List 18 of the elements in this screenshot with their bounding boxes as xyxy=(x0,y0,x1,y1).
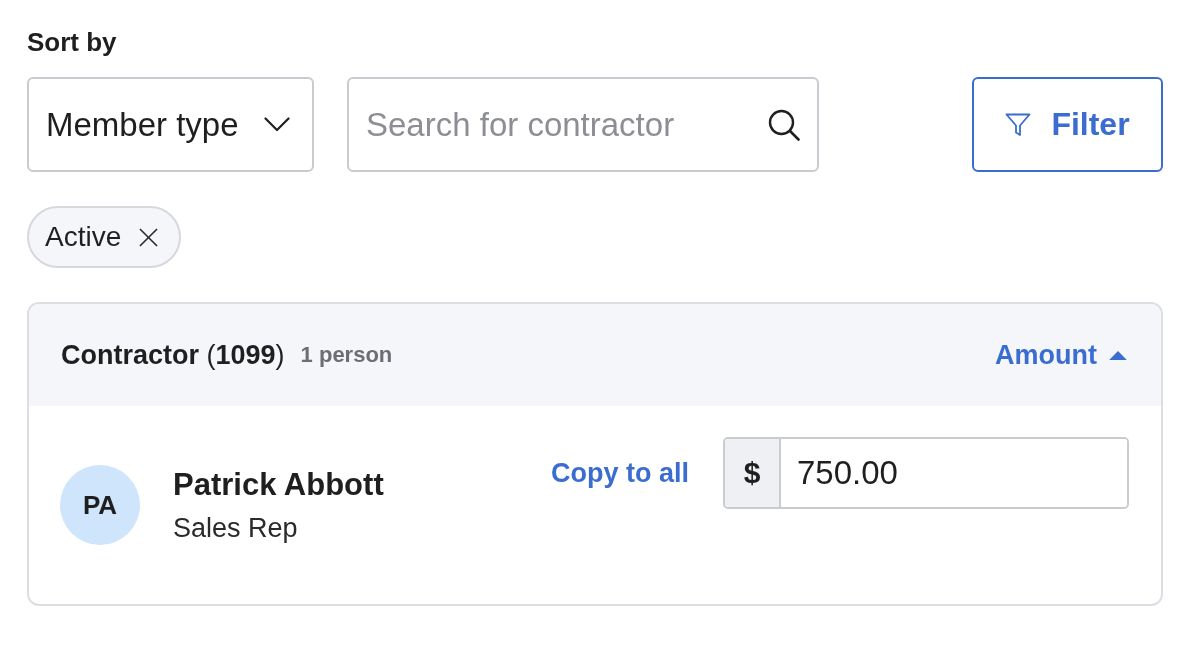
avatar-initials: PA xyxy=(60,465,140,545)
person-role: Sales Rep xyxy=(173,513,299,543)
person-name: Patrick Abbott xyxy=(173,467,384,503)
person-count: 1 person xyxy=(300,342,393,368)
copy-to-all-link[interactable]: Copy to all xyxy=(551,457,689,489)
amount-sort-button[interactable]: Amount xyxy=(995,339,1127,371)
amount-field[interactable]: $ 750.00 xyxy=(723,437,1129,509)
search-field[interactable]: Search for contractor xyxy=(347,77,819,172)
close-icon[interactable] xyxy=(139,227,159,247)
funnel-icon xyxy=(1005,112,1032,137)
sort-by-label: Sort by xyxy=(27,27,118,57)
member-type-dropdown[interactable]: Member type xyxy=(27,77,314,172)
chevron-down-icon xyxy=(264,117,290,132)
search-icon xyxy=(768,109,800,141)
group-title: Contractor (1099) xyxy=(61,339,285,371)
filter-button[interactable]: Filter xyxy=(972,77,1163,172)
currency-prefix: $ xyxy=(725,439,781,507)
filter-chip[interactable]: Active xyxy=(27,206,182,268)
